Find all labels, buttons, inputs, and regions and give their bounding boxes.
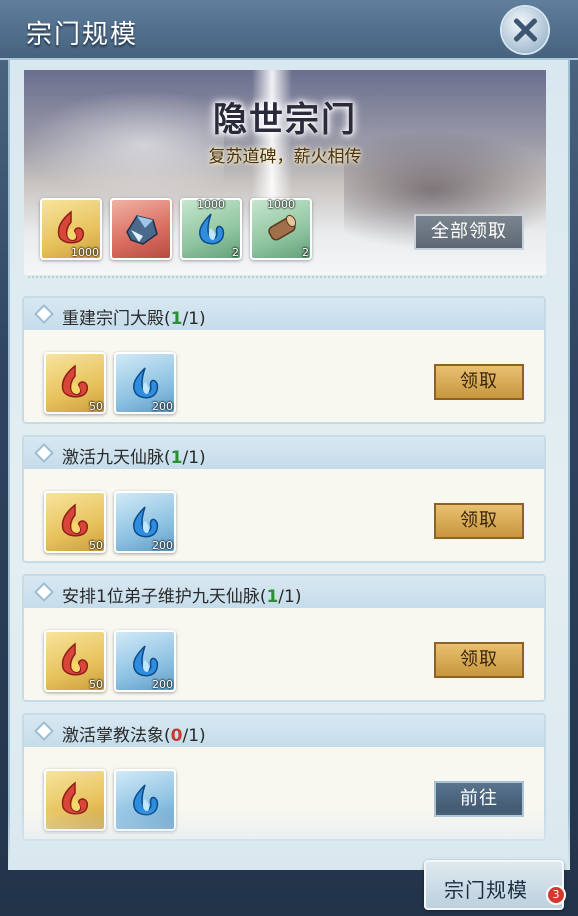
diamond-bullet-icon	[36, 445, 52, 461]
reward-slot[interactable]: 1000 2	[180, 198, 242, 260]
task-progress-done: 0	[170, 726, 183, 746]
task-reward-list: 50 200	[44, 630, 176, 692]
task-progress-done: 1	[170, 448, 183, 468]
task-progress-total: /1)	[182, 309, 206, 329]
reward-slot[interactable]: 200	[114, 630, 176, 692]
diamond-bullet-icon	[36, 723, 52, 739]
reward-quantity: 2	[232, 246, 239, 259]
task-progress-total: /1)	[278, 587, 302, 607]
blue-spirit-flame-icon	[199, 213, 225, 245]
diamond-bullet-icon	[36, 306, 52, 322]
task-reward-list: 50 200	[44, 491, 176, 553]
reward-quantity: 200	[152, 400, 173, 413]
task-title: 激活掌教法象(0/1)	[62, 726, 206, 746]
blue-spirit-flame-icon	[133, 645, 159, 677]
task-header: 安排1位弟子维护九天仙脉(1/1)	[24, 576, 544, 608]
notification-badge: 3	[546, 885, 566, 905]
task-reward-list: 50 200	[44, 352, 176, 414]
task-card: 激活九天仙脉(1/1) 50 200 领取	[22, 435, 546, 563]
flame-gem-icon	[61, 503, 89, 537]
reward-quantity: 50	[89, 539, 103, 552]
reward-quantity: 1000	[71, 246, 99, 259]
wood-log-icon	[268, 214, 297, 241]
task-card: 安排1位弟子维护九天仙脉(1/1) 50 200 领取	[22, 574, 546, 702]
sect-banner: 隐世宗门 复苏道碑，薪火相传 1000 1000 2 1000 2 全部领取	[24, 70, 546, 275]
title-bar: 宗门规模	[0, 0, 578, 60]
task-title: 安排1位弟子维护九天仙脉(1/1)	[62, 587, 302, 607]
flame-gem-icon	[61, 364, 89, 398]
reward-slot[interactable]: 1000	[40, 198, 102, 260]
task-header: 激活九天仙脉(1/1)	[24, 437, 544, 469]
reward-slot[interactable]: 50	[44, 352, 106, 414]
reward-quantity: 200	[152, 539, 173, 552]
flame-gem-icon	[57, 210, 85, 244]
reward-quantity: 2	[302, 246, 309, 259]
banner-title: 隐世宗门	[213, 100, 357, 140]
task-progress-done: 1	[170, 309, 183, 329]
task-header: 激活掌教法象(0/1)	[24, 715, 544, 747]
task-progress-total: /1)	[182, 726, 206, 746]
sect-scale-tab[interactable]: 宗门规模	[424, 860, 564, 910]
blue-spirit-flame-icon	[133, 506, 159, 538]
task-title: 激活九天仙脉(1/1)	[62, 448, 206, 468]
task-progress-total: /1)	[182, 448, 206, 468]
reward-quantity: 50	[89, 678, 103, 691]
reward-quantity: 50	[89, 400, 103, 413]
reward-slot[interactable]: 50	[44, 630, 106, 692]
tab-label: 宗门规模	[444, 878, 528, 902]
claim-button[interactable]: 领取	[434, 503, 524, 539]
claim-button[interactable]: 领取	[434, 364, 524, 400]
ore-crystal-icon	[126, 215, 158, 245]
claim-button[interactable]: 领取	[434, 642, 524, 678]
task-progress-done: 1	[266, 587, 279, 607]
task-header: 重建宗门大殿(1/1)	[24, 298, 544, 330]
close-button[interactable]	[502, 7, 548, 53]
flame-gem-icon	[61, 642, 89, 676]
reward-slot[interactable]: 200	[114, 491, 176, 553]
divider	[28, 276, 542, 278]
banner-subtitle: 复苏道碑，薪火相传	[208, 147, 362, 167]
reward-slot[interactable]: 1000 2	[250, 198, 312, 260]
reward-slot[interactable]: 200	[114, 352, 176, 414]
task-title: 重建宗门大殿(1/1)	[62, 309, 206, 329]
window-title: 宗门规模	[26, 20, 139, 50]
task-card: 重建宗门大殿(1/1) 50 200 领取	[22, 296, 546, 424]
blue-spirit-flame-icon	[133, 367, 159, 399]
claim-all-button[interactable]: 全部领取	[414, 214, 524, 250]
diamond-bullet-icon	[36, 584, 52, 600]
reward-slot[interactable]: 50	[44, 491, 106, 553]
reward-slot[interactable]	[110, 198, 172, 260]
reward-quantity: 200	[152, 678, 173, 691]
banner-reward-list: 1000 1000 2 1000 2	[40, 198, 312, 260]
